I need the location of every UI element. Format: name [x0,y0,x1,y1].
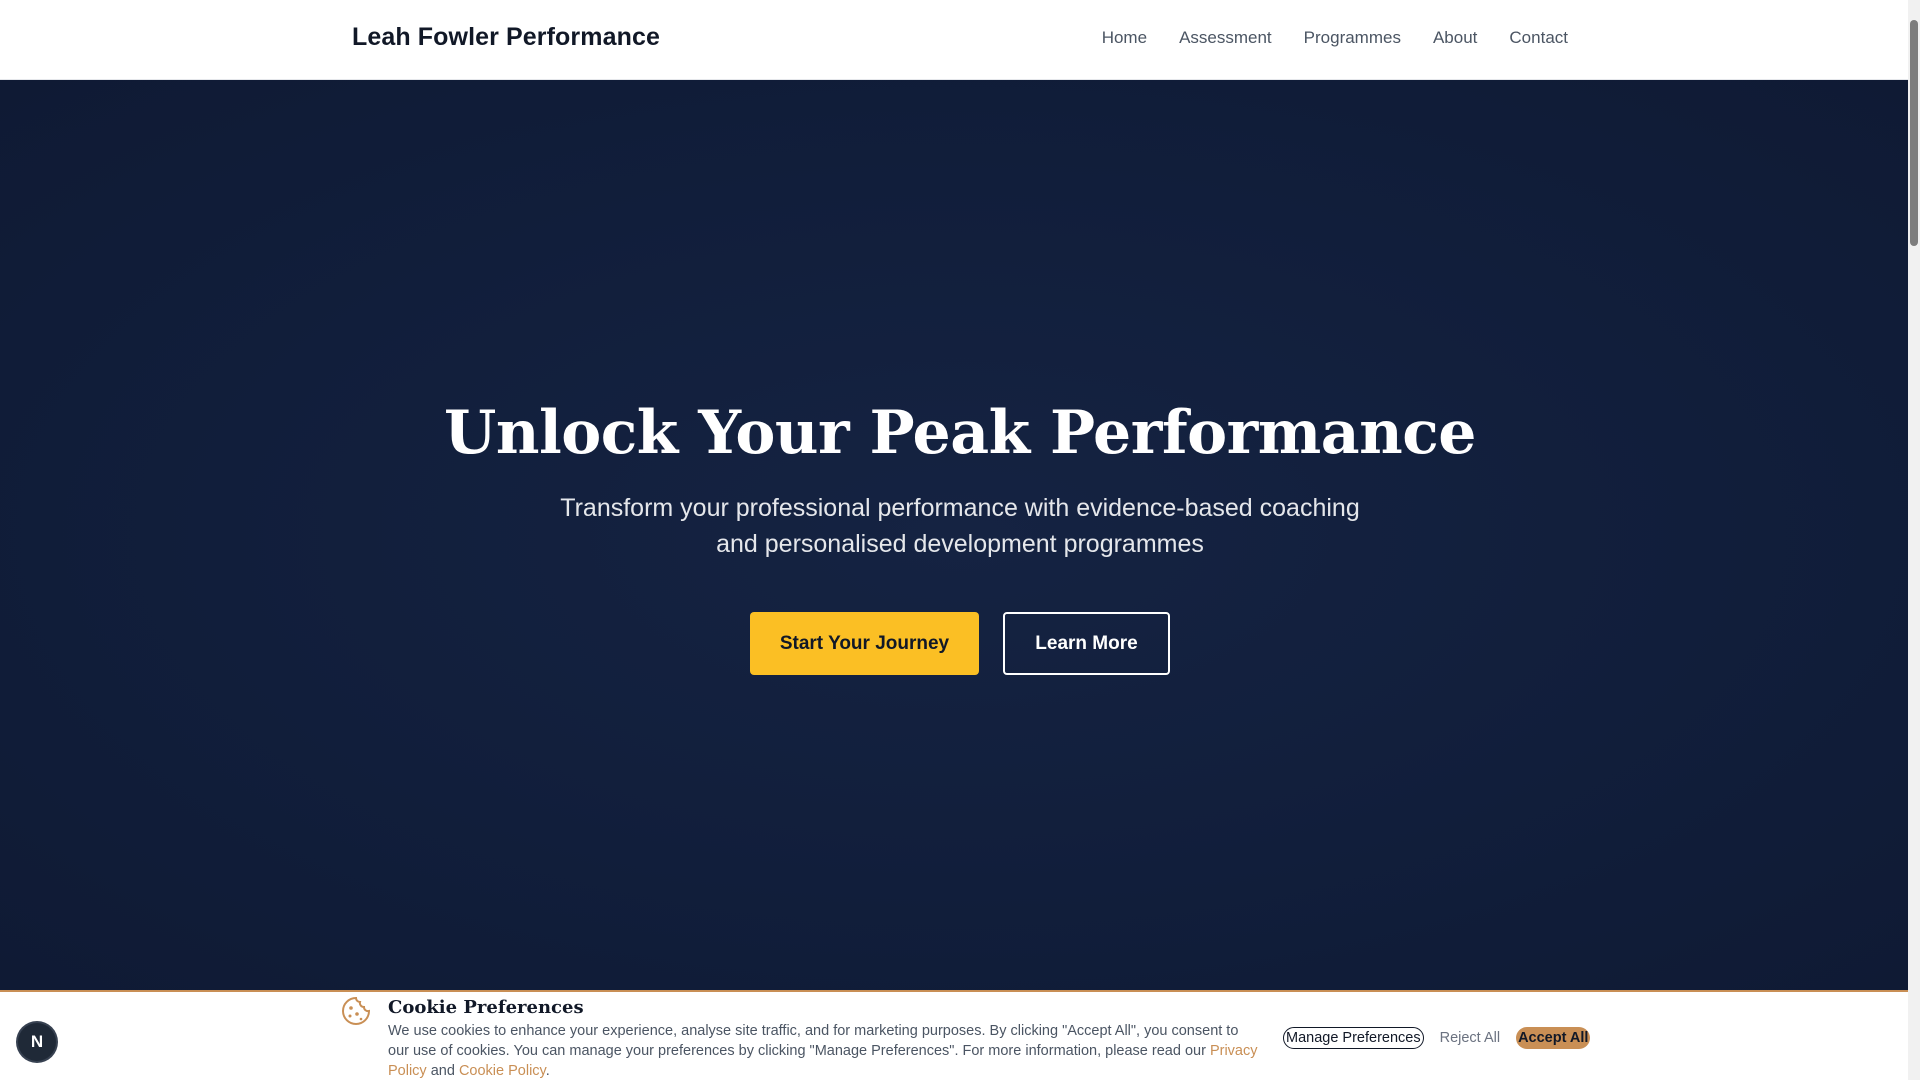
nav-about[interactable]: About [1433,28,1477,48]
cookie-description: We use cookies to enhance your experienc… [388,1021,1258,1080]
nav-contact[interactable]: Contact [1509,28,1568,48]
manage-preferences-button[interactable]: Manage Preferences [1283,1027,1424,1049]
cookie-policy-link[interactable]: Cookie Policy [459,1063,546,1079]
hero-subtitle: Transform your professional performance … [560,494,1360,558]
cookie-banner: Cookie Preferences We use cookies to enh… [0,990,1908,1080]
cookie-icon [342,996,371,1025]
reject-all-button[interactable]: Reject All [1438,1027,1502,1049]
start-journey-button[interactable]: Start Your Journey [750,612,979,675]
site-header: Leah Fowler Performance Home Assessment … [0,0,1920,80]
learn-more-button[interactable]: Learn More [1003,612,1170,675]
hero-title: Unlock Your Peak Performance [444,398,1476,468]
scrollbar-thumb[interactable] [1910,20,1918,246]
n-badge-button[interactable]: N [18,1023,56,1061]
page-scrollbar[interactable] [1908,0,1920,1080]
nav-programmes[interactable]: Programmes [1304,28,1401,48]
nav-assessment[interactable]: Assessment [1179,28,1272,48]
brand-logo-text[interactable]: Leah Fowler Performance [352,23,660,52]
main-nav: Home Assessment Programmes About Contact [1102,28,1568,48]
cookie-title: Cookie Preferences [388,997,584,1018]
cookie-and-text: and [430,1063,455,1079]
cookie-body-text: We use cookies to enhance your experienc… [388,1023,1239,1059]
accept-all-button[interactable]: Accept All [1516,1027,1591,1049]
cookie-period: . [545,1063,550,1079]
nav-home[interactable]: Home [1102,28,1147,48]
cookie-actions: Manage Preferences Reject All Accept All [1283,1027,1591,1049]
